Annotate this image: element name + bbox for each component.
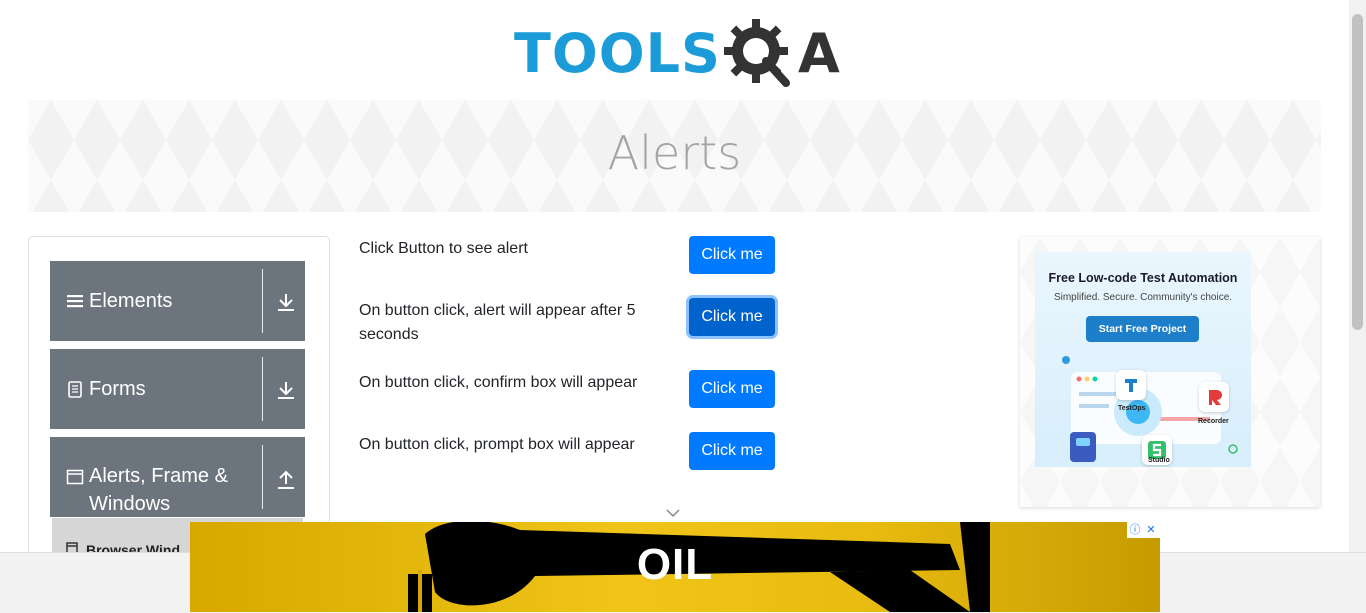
page-banner: Alerts — [28, 100, 1321, 212]
confirm-button[interactable]: Click me — [689, 370, 775, 408]
ad-headline: Free Low-code Test Automation — [1048, 271, 1238, 285]
gear-magnifier-icon — [724, 19, 790, 87]
ad-controls: ⓘ ✕ — [1127, 522, 1160, 538]
sidebar-group-elements[interactable]: Elements — [50, 261, 305, 341]
prompt-description: On button click, prompt box will appear — [359, 436, 635, 453]
hamburger-icon — [67, 295, 83, 308]
recorder-logo — [1199, 382, 1229, 412]
studio-label: Studio — [1148, 457, 1170, 464]
ad-banner-right[interactable]: Free Low-code Test Automation Simplified… — [1020, 237, 1320, 507]
ad-oil-text: OIL — [636, 540, 714, 589]
recorder-label: Recorder — [1198, 418, 1229, 425]
alert-button[interactable]: Click me — [689, 236, 775, 274]
confirm-description: On button click, confirm box will appear — [359, 374, 638, 391]
ad-close-icon[interactable]: ✕ — [1144, 523, 1158, 537]
sidebar: Elements Forms Alerts, Frame & Windows B… — [28, 236, 330, 568]
alert-description: Click Button to see alert — [359, 240, 528, 257]
ad-banner-bottom[interactable]: OIL — [190, 522, 1160, 612]
page-title: Alerts — [607, 126, 742, 180]
sidebar-group-label: Alerts, Frame & Windows — [89, 465, 228, 515]
page-scrollbar[interactable] — [1349, 0, 1366, 552]
window-icon — [66, 469, 84, 485]
scroll-thumb[interactable] — [1352, 14, 1363, 330]
logo[interactable]: TOOLS A — [514, 15, 840, 93]
timer-alert-button[interactable]: Click me — [689, 298, 775, 336]
divider — [262, 357, 263, 421]
sidebar-group-alerts-frame-windows[interactable]: Alerts, Frame & Windows — [50, 437, 305, 517]
sidebar-group-label: Forms — [89, 378, 146, 400]
prompt-button[interactable]: Click me — [689, 432, 775, 470]
ad-cta-button[interactable]: Start Free Project — [1086, 316, 1199, 342]
divider — [262, 445, 263, 509]
timer-alert-description: On button click, alert will appear after… — [359, 302, 636, 343]
chevron-down-icon[interactable] — [666, 508, 680, 518]
logo-text: TOOLS — [514, 22, 721, 85]
ad-card[interactable]: Free Low-code Test Automation Simplified… — [1035, 252, 1251, 467]
testops-label: TestOps — [1118, 405, 1146, 412]
testops-logo — [1116, 370, 1146, 400]
logo-suffix: A — [798, 22, 840, 85]
upload-icon — [278, 470, 294, 489]
download-icon — [278, 294, 294, 311]
document-icon — [68, 381, 82, 398]
ad-subline: Simplified. Secure. Community's choice. — [1053, 292, 1233, 303]
ad-info-icon[interactable]: ⓘ — [1128, 523, 1142, 537]
download-icon — [278, 382, 294, 399]
divider — [262, 269, 263, 333]
sidebar-group-forms[interactable]: Forms — [50, 349, 305, 429]
sidebar-group-label: Elements — [89, 290, 173, 312]
